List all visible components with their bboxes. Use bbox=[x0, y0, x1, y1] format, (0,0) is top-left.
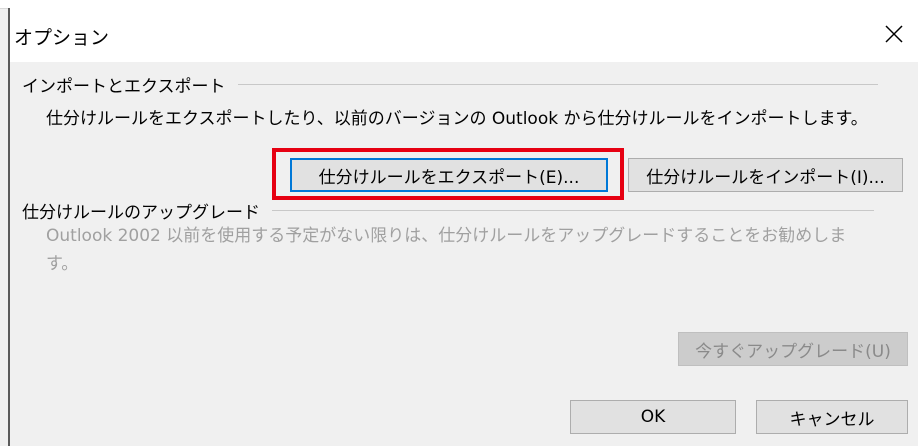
close-button[interactable] bbox=[876, 14, 912, 54]
upgrade-group-header: 仕分けルールのアップグレード bbox=[22, 198, 874, 223]
import-export-description: 仕分けルールをエクスポートしたり、以前のバージョンの Outlook から仕分け… bbox=[46, 109, 868, 129]
group-divider bbox=[237, 84, 878, 85]
options-dialog: オプション インポートとエクスポート 仕分けルールをエクスポートしたり、以前のバ… bbox=[0, 0, 918, 446]
import-export-group-header: インポートとエクスポート bbox=[22, 72, 878, 97]
upgrade-description: Outlook 2002 以前を使用する予定がない限りは、仕分けルールをアップグ… bbox=[46, 222, 916, 278]
import-rules-button[interactable]: 仕分けルールをインポート(I)... bbox=[628, 158, 903, 192]
upgrade-now-button[interactable]: 今すぐアップグレード(U) bbox=[678, 332, 908, 366]
cancel-button[interactable]: キャンセル bbox=[756, 400, 908, 434]
upgrade-description-line-2: す。 bbox=[46, 254, 79, 274]
upgrade-description-line-1: Outlook 2002 以前を使用する予定がない限りは、仕分けルールをアップグ… bbox=[46, 226, 847, 246]
close-icon bbox=[885, 25, 903, 43]
export-button-highlight bbox=[272, 148, 624, 200]
title-bar[interactable]: オプション bbox=[10, 8, 918, 62]
import-export-heading: インポートとエクスポート bbox=[22, 77, 226, 97]
upgrade-heading: 仕分けルールのアップグレード bbox=[22, 203, 260, 223]
dialog-title: オプション bbox=[14, 27, 110, 49]
group-divider bbox=[272, 210, 874, 211]
ok-button[interactable]: OK bbox=[570, 400, 736, 434]
dialog-content: インポートとエクスポート 仕分けルールをエクスポートしたり、以前のバージョンの … bbox=[10, 62, 918, 446]
